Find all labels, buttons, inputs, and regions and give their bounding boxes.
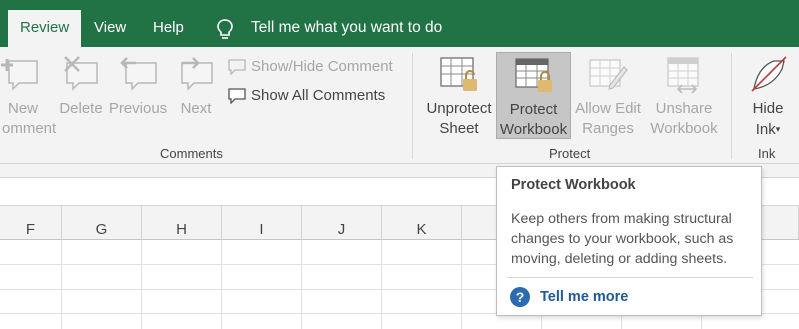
show-hide-comment-label: Show/Hide Comment	[251, 58, 393, 75]
protect-workbook-button[interactable]: Protect Workbook	[496, 52, 571, 139]
column-header-g[interactable]: G	[62, 206, 142, 240]
show-all-comments-icon	[228, 88, 246, 104]
ribbon-tab-bar: Review View Help Tell me what you want t…	[0, 0, 799, 47]
delete-comment-button[interactable]: Delete	[56, 55, 106, 119]
tooltip-divider	[507, 277, 753, 278]
unshare-workbook-button[interactable]: Unshare Workbook	[646, 55, 722, 139]
next-comment-icon	[181, 57, 213, 91]
previous-comment-icon	[120, 57, 157, 91]
grid-col-line	[61, 240, 62, 329]
hide-ink-label-1: Hide	[752, 100, 784, 117]
protect-workbook-tooltip: Protect Workbook Keep others from making…	[496, 166, 762, 316]
group-divider	[412, 53, 413, 159]
allow-edit-ranges-button[interactable]: Allow Edit Ranges	[572, 55, 644, 139]
tooltip-title: Protect Workbook	[511, 177, 636, 193]
tell-me-label: Tell me what you want to do	[251, 19, 443, 36]
next-comment-button[interactable]: Next	[172, 55, 220, 119]
show-all-comments-label: Show All Comments	[251, 87, 386, 104]
column-header-k[interactable]: K	[382, 206, 462, 240]
hide-ink-icon	[751, 56, 787, 92]
comments-group-label: Comments	[160, 146, 223, 161]
show-all-comments-button[interactable]: Show All Comments	[228, 87, 403, 107]
unprotect-sheet-label-1: Unprotect	[426, 100, 492, 117]
allow-edit-ranges-icon	[589, 59, 628, 90]
protect-workbook-label-1: Protect	[509, 101, 558, 118]
protect-workbook-icon	[514, 58, 552, 92]
unprotect-sheet-icon	[440, 57, 477, 91]
new-comment-label-1: New	[7, 100, 38, 117]
tab-help[interactable]: Help	[141, 10, 196, 47]
new-comment-icon	[1, 59, 38, 91]
protect-group-label: Protect	[549, 146, 591, 161]
grid-col-line	[141, 240, 142, 329]
group-divider	[731, 53, 732, 159]
unshare-workbook-label-2: Workbook	[650, 120, 718, 137]
tooltip-description: Keep others from making structural chang…	[511, 211, 734, 267]
column-header-j[interactable]: J	[302, 206, 382, 240]
dropdown-arrow-icon: ▾	[775, 124, 781, 134]
column-header-f[interactable]: F	[0, 206, 62, 240]
grid-col-line	[461, 240, 462, 329]
new-comment-label-2: omment	[2, 120, 57, 137]
column-header-h[interactable]: H	[142, 206, 222, 240]
unshare-workbook-icon	[667, 57, 699, 94]
grid-col-line	[221, 240, 222, 329]
grid-col-line	[381, 240, 382, 329]
delete-comment-icon	[64, 56, 98, 91]
previous-label: Previous	[108, 100, 168, 117]
protect-workbook-label-2: Workbook	[499, 121, 568, 138]
column-header-i[interactable]: I	[222, 206, 302, 240]
tab-view[interactable]: View	[82, 10, 138, 47]
help-question-icon: ?	[510, 287, 530, 307]
ink-group-label: Ink	[758, 146, 776, 161]
show-hide-comment-icon	[228, 59, 246, 75]
next-label: Next	[180, 100, 212, 117]
lightbulb-icon	[217, 19, 233, 39]
allow-edit-ranges-label-2: Ranges	[582, 120, 634, 137]
unshare-workbook-label-1: Unshare	[655, 100, 713, 117]
new-comment-button[interactable]: New omment	[0, 55, 57, 139]
previous-comment-button[interactable]: Previous	[108, 55, 168, 119]
tell-me-more-label: Tell me more	[540, 289, 629, 305]
hide-ink-label-2-row: Ink▾	[742, 119, 794, 140]
hide-ink-label-2: Ink	[755, 121, 776, 138]
ribbon-panel: New omment Delete Previous Next Show/Hid…	[0, 47, 799, 164]
allow-edit-ranges-label-1: Allow Edit	[575, 100, 641, 117]
tab-review[interactable]: Review	[8, 10, 82, 47]
grid-col-line	[301, 240, 302, 329]
unprotect-sheet-label-2: Sheet	[439, 120, 479, 137]
show-hide-comment-button[interactable]: Show/Hide Comment	[228, 58, 403, 78]
delete-label: Delete	[59, 100, 103, 117]
hide-ink-button[interactable]: Hide Ink▾	[742, 55, 794, 140]
unprotect-sheet-button[interactable]: Unprotect Sheet	[424, 55, 494, 139]
